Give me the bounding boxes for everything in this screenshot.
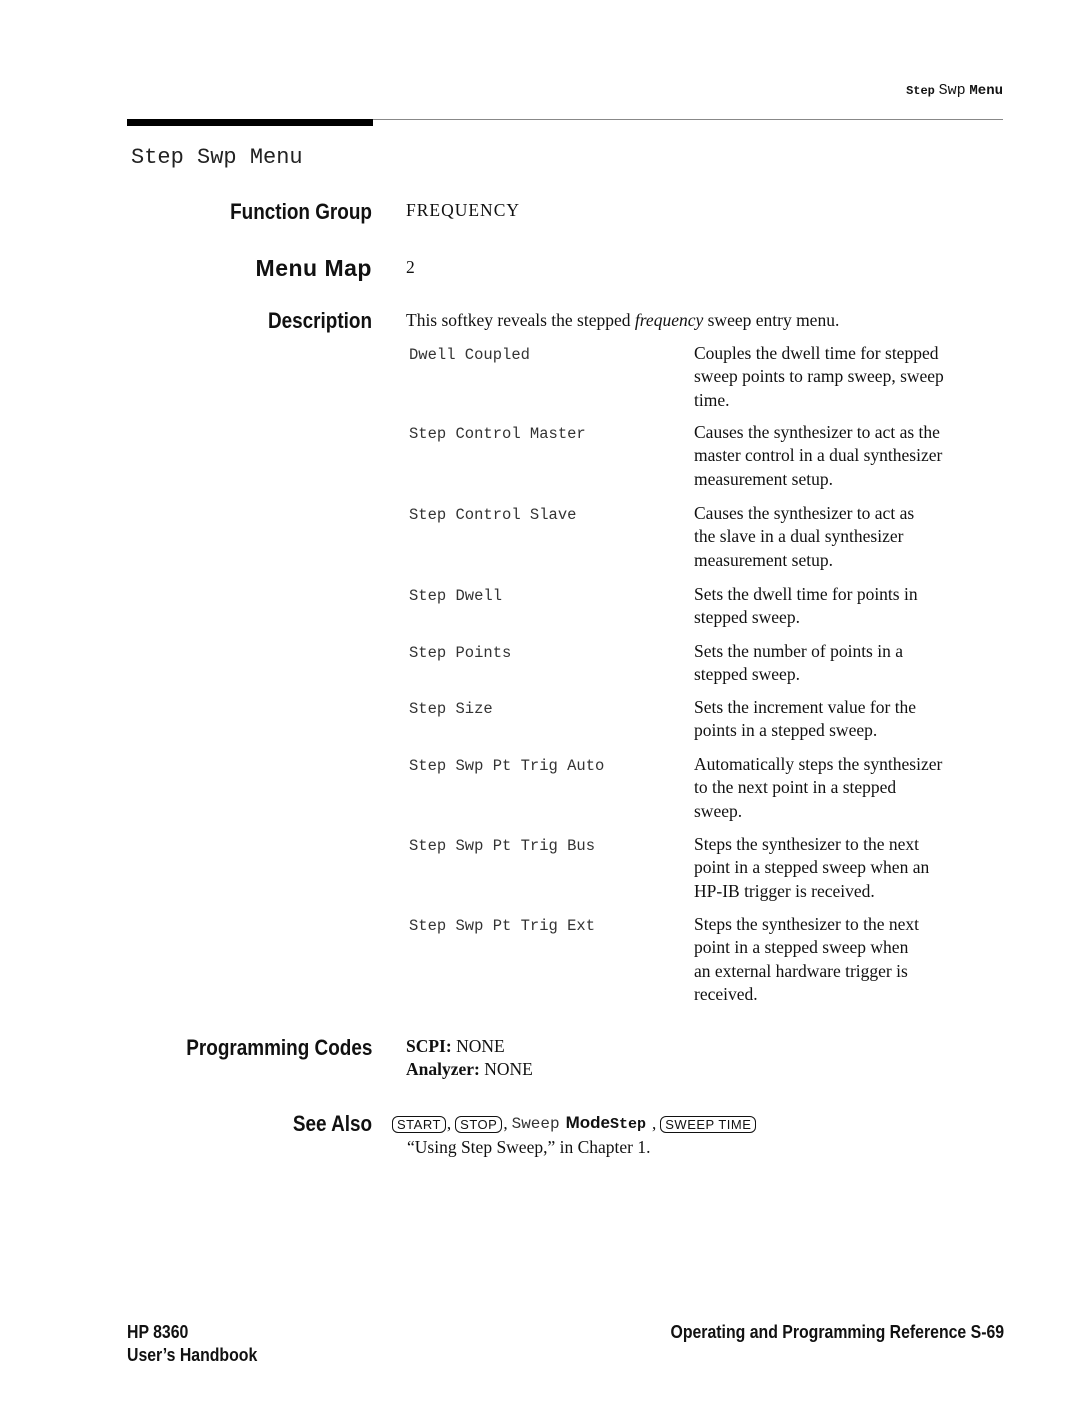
footer-page-number: S-69 xyxy=(970,1322,1004,1342)
softkey-mode: Mode xyxy=(565,1113,610,1132)
softkey-description: Automatically steps the synthesizer to th… xyxy=(694,753,1004,823)
softkey-name: Step Points xyxy=(409,644,512,662)
description-intro: This softkey reveals the stepped frequen… xyxy=(406,309,839,332)
sweep-time-key[interactable]: SWEEP TIME xyxy=(660,1115,757,1133)
softkey-description-line: to the next point in a stepped xyxy=(694,777,897,798)
menu-map-label: Menu Map xyxy=(255,255,372,281)
softkey-description: Sets the increment value for the points i… xyxy=(694,696,1004,743)
softkey-description-line: stepped sweep. xyxy=(694,607,800,628)
programming-codes-label: Programming Codes xyxy=(185,1035,372,1060)
softkey-description-line: Causes the synthesizer to act as xyxy=(694,503,915,523)
footer-right: Operating and Programming Reference S-69 xyxy=(670,1321,1004,1344)
softkey-description-line: the slave in a dual synthesizer xyxy=(694,526,904,547)
running-header-menu: Menu xyxy=(969,83,1003,99)
softkey-description-line: sweep points to ramp sweep, sweep xyxy=(694,366,944,387)
scpi-value: NONE xyxy=(456,1036,505,1056)
softkey-description: Causes the synthesizer to act as the slav… xyxy=(694,502,1004,572)
analyzer-row: Analyzer: NONE xyxy=(406,1058,533,1081)
softkey-description: Causes the synthesizer to act as the mast… xyxy=(694,421,1004,491)
analyzer-label: Analyzer: xyxy=(406,1059,480,1079)
softkey-description-line: Sets the increment value for the xyxy=(694,697,917,717)
scpi-row: SCPI: NONE xyxy=(406,1035,533,1058)
softkey-description-line: time. xyxy=(694,389,730,410)
function-group-label: Function Group xyxy=(230,199,372,224)
programming-codes: SCPI: NONE Analyzer: NONE xyxy=(406,1035,533,1081)
softkey-name: Step Control Slave xyxy=(409,506,577,524)
softkey-step: Step xyxy=(610,1116,647,1133)
stop-key[interactable]: STOP xyxy=(455,1115,503,1133)
softkey-name: Step Swp Pt Trig Bus xyxy=(409,837,596,855)
softkey-name: Step Swp Pt Trig Ext xyxy=(409,917,596,935)
softkey-description: Steps the synthesizer to the next point i… xyxy=(694,833,1004,903)
see-also-reference: “Using Step Sweep,” in Chapter 1. xyxy=(407,1137,651,1157)
see-also-label: See Also xyxy=(292,1111,372,1136)
softkey-description-line: Causes the synthesizer to act as the xyxy=(694,422,940,442)
running-header-step: Step xyxy=(906,84,935,98)
description-label: Description xyxy=(267,308,372,333)
separator: , xyxy=(503,1114,508,1133)
softkey-name: Step Size xyxy=(409,700,493,718)
softkey-description-line: point in a stepped sweep when an xyxy=(694,857,930,878)
softkey-description-line: Sets the number of points in a xyxy=(694,641,904,661)
separator: , xyxy=(652,1114,657,1133)
softkey-description-line: point in a stepped sweep when xyxy=(694,937,909,958)
softkey-description-line: an external hardware trigger is xyxy=(694,960,908,981)
softkey-description-line: HP-IB trigger is received. xyxy=(694,880,875,901)
separator: , xyxy=(446,1114,452,1133)
softkey-sweep: Sweep xyxy=(511,1115,560,1133)
softkey-description-line: measurement setup. xyxy=(694,549,833,570)
softkey-description-line: master control in a dual synthesizer xyxy=(694,445,943,466)
softkey-name: Dwell Coupled xyxy=(409,346,530,364)
start-key[interactable]: START xyxy=(392,1115,446,1133)
softkey-description-line: Steps the synthesizer to the next xyxy=(694,834,920,854)
softkey-description: Couples the dwell time for stepped sweep … xyxy=(694,342,1004,412)
softkey-description-line: Automatically steps the synthesizer xyxy=(694,754,943,774)
description-intro-italic: frequency xyxy=(634,310,704,330)
scpi-label: SCPI: xyxy=(406,1036,452,1056)
menu-map-value: 2 xyxy=(406,257,415,277)
footer-left: HP 8360 User’s Handbook xyxy=(127,1321,257,1367)
analyzer-value: NONE xyxy=(484,1059,533,1079)
softkey-description: Sets the dwell time for points in stepped… xyxy=(694,583,1004,630)
footer-book: User’s Handbook xyxy=(127,1345,258,1365)
sweep-mode-step-softkey[interactable]: Sweep ModeStep xyxy=(512,1111,646,1137)
running-header-swp: Swp xyxy=(938,82,966,99)
function-group-value: FREQUENCY xyxy=(406,200,521,220)
footer-reference: Operating and Programming Reference xyxy=(670,1322,967,1342)
softkey-name: Step Swp Pt Trig Auto xyxy=(409,757,605,775)
softkey-description-line: sweep. xyxy=(694,800,743,821)
header-rule-thick xyxy=(127,119,373,126)
running-header: Step Swp Menu xyxy=(700,80,1003,101)
softkey-description: Sets the number of points in a stepped sw… xyxy=(694,640,1004,687)
softkey-description-line: stepped sweep. xyxy=(694,664,800,685)
footer-model: HP 8360 xyxy=(127,1322,189,1342)
softkey-description-line: measurement setup. xyxy=(694,468,833,489)
softkey-name: Step Dwell xyxy=(409,587,503,605)
softkey-description: Steps the synthesizer to the next point i… xyxy=(694,913,1004,1006)
softkey-description-line: Steps the synthesizer to the next xyxy=(694,914,920,934)
see-also-keys: START , STOP , Sweep ModeStep , SWEEP TIM… xyxy=(392,1111,757,1137)
description-intro-before: This softkey reveals the stepped xyxy=(406,310,631,330)
softkey-description-line: received. xyxy=(694,983,758,1004)
page-title: Step Swp Menu xyxy=(131,145,303,170)
softkey-description-line: Couples the dwell time for stepped xyxy=(694,343,939,363)
softkey-name: Step Control Master xyxy=(409,425,586,443)
softkey-description-line: points in a stepped sweep. xyxy=(694,720,878,741)
softkey-description-line: Sets the dwell time for points in xyxy=(694,584,918,604)
description-intro-after: sweep entry menu. xyxy=(707,310,840,330)
